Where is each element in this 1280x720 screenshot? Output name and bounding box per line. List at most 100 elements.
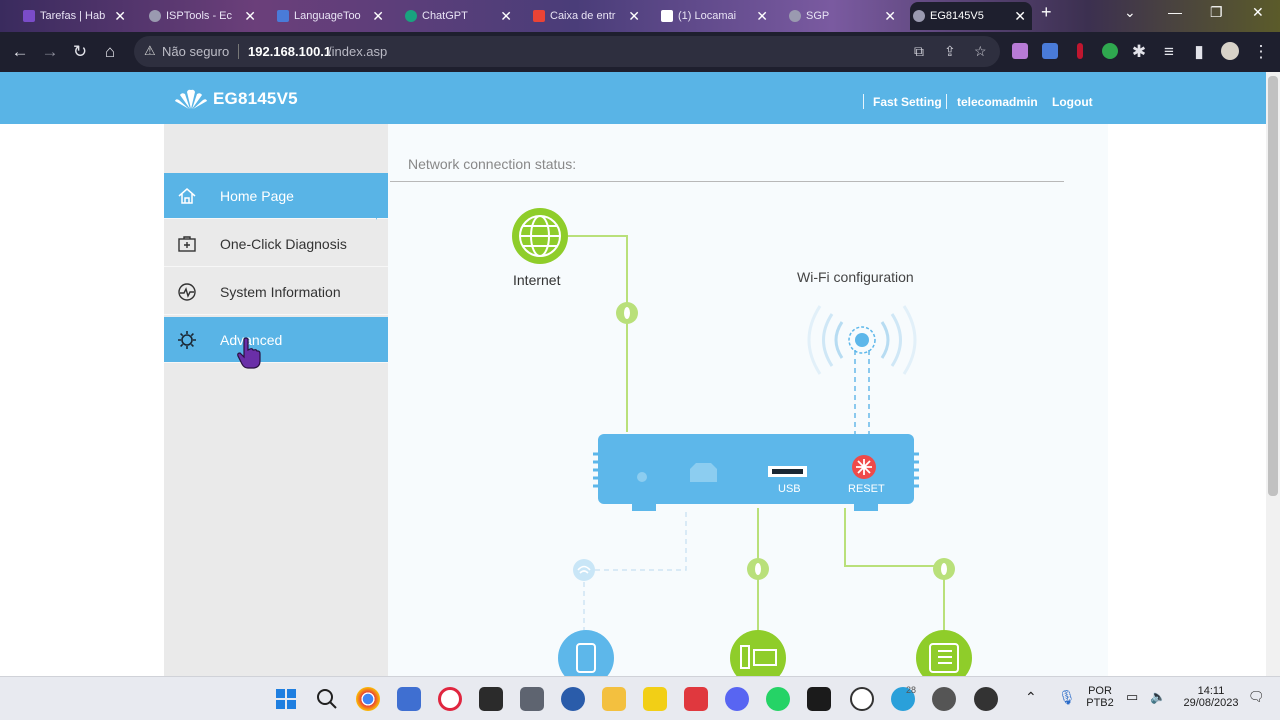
clock-app-icon[interactable] bbox=[850, 687, 874, 711]
extension-m-icon[interactable] bbox=[1012, 43, 1028, 59]
nav-one-click-diagnosis[interactable]: One-Click Diagnosis bbox=[164, 221, 388, 267]
address-bar[interactable]: ⚠ Não seguro 192.168.100.1 /index.asp ⧉ … bbox=[134, 36, 1000, 67]
recorder-icon[interactable] bbox=[974, 687, 998, 711]
webcam-icon[interactable] bbox=[932, 687, 956, 711]
dollar-extension-icon[interactable] bbox=[1102, 43, 1118, 59]
tab-search-icon[interactable]: ⌄ bbox=[1124, 4, 1136, 21]
scrollbar-thumb[interactable] bbox=[1268, 76, 1278, 496]
tab-gmail[interactable]: Caixa de entr ✕ bbox=[530, 2, 646, 30]
show-hidden-icons-chevron-icon[interactable]: ⌃ bbox=[1025, 689, 1037, 706]
sgp-favicon-icon bbox=[789, 10, 801, 22]
tab-isptools[interactable]: ISPTools - Ec ✕ bbox=[146, 2, 262, 30]
notifications-icon[interactable]: 🗨 bbox=[1248, 689, 1265, 705]
date-text: 29/08/2023 bbox=[1183, 697, 1239, 709]
windows-start-icon[interactable] bbox=[274, 687, 298, 711]
terminal-icon[interactable] bbox=[479, 687, 503, 711]
user-link[interactable]: telecomadmin bbox=[957, 95, 1038, 109]
nav-system-information[interactable]: System Information bbox=[164, 269, 388, 315]
close-tab-icon[interactable]: ✕ bbox=[244, 8, 256, 25]
tab-locamail[interactable]: (1) Locamai ✕ bbox=[658, 2, 774, 30]
close-tab-icon[interactable]: ✕ bbox=[114, 8, 126, 25]
whatsapp-icon[interactable] bbox=[766, 687, 790, 711]
tab-title: ISPTools - Ec bbox=[166, 10, 233, 22]
close-tab-icon[interactable]: ✕ bbox=[756, 8, 768, 25]
lan-port-icon bbox=[690, 463, 717, 482]
profile-avatar[interactable] bbox=[1221, 42, 1239, 60]
bookmark-star-icon[interactable]: ☆ bbox=[974, 43, 987, 60]
close-tab-icon[interactable]: ✕ bbox=[628, 8, 640, 25]
file-explorer-icon[interactable] bbox=[602, 687, 626, 711]
url-host: 192.168.100.1 bbox=[248, 44, 332, 59]
reset-label[interactable]: RESET bbox=[848, 483, 885, 495]
menu-kebab-icon[interactable]: ⋮ bbox=[1250, 41, 1272, 63]
opera-icon[interactable] bbox=[438, 687, 462, 711]
browser-tab-strip: Tarefas | Hab ✕ ISPTools - Ec ✕ Language… bbox=[0, 0, 1280, 32]
close-window-icon[interactable]: ✕ bbox=[1252, 4, 1264, 21]
translate-extension-icon[interactable] bbox=[1042, 43, 1058, 59]
time-text: 14:11 bbox=[1197, 685, 1225, 697]
globe-favicon-icon bbox=[149, 10, 161, 22]
search-icon[interactable] bbox=[315, 687, 339, 711]
side-panel-icon[interactable]: ▮ bbox=[1188, 41, 1210, 63]
logout-link[interactable]: Logout bbox=[1052, 95, 1093, 109]
fast-setting-link[interactable]: Fast Setting bbox=[873, 95, 942, 109]
notepad-icon[interactable] bbox=[397, 687, 421, 711]
calculator-icon[interactable] bbox=[520, 687, 544, 711]
share-icon[interactable]: ⇪ bbox=[944, 43, 956, 60]
address-divider bbox=[238, 44, 239, 59]
router-device bbox=[593, 434, 919, 511]
nav-home-page[interactable]: Home Page bbox=[164, 173, 388, 219]
red-extension-icon[interactable] bbox=[1077, 43, 1083, 59]
forward-arrow-icon[interactable]: → bbox=[39, 41, 61, 63]
wifi-client-status-icon bbox=[573, 559, 595, 581]
internet-globe-icon bbox=[512, 208, 568, 264]
microphone-icon[interactable]: 🎙 bbox=[1058, 689, 1076, 706]
nav-advanced[interactable]: Advanced bbox=[164, 317, 388, 363]
clock[interactable]: 14:11 29/08/2023 bbox=[1178, 685, 1244, 709]
tab-sgp[interactable]: SGP ✕ bbox=[786, 2, 902, 30]
volume-icon[interactable]: 🔈 bbox=[1150, 689, 1166, 705]
tab-chatgpt[interactable]: ChatGPT ✕ bbox=[402, 2, 518, 30]
translate-icon[interactable]: ⧉ bbox=[914, 43, 924, 60]
tasks-favicon-icon bbox=[23, 10, 35, 22]
close-tab-icon[interactable]: ✕ bbox=[500, 8, 512, 25]
wifi-antenna-icon bbox=[807, 305, 917, 434]
pc-link-status-icon bbox=[747, 558, 769, 580]
close-tab-icon[interactable]: ✕ bbox=[1014, 8, 1026, 25]
language-indicator[interactable]: POR PTB2 bbox=[1086, 685, 1114, 709]
home-icon bbox=[178, 188, 196, 204]
tab-title: SGP bbox=[806, 10, 830, 22]
windows-taskbar: 28 ⌃ 🎙 POR PTB2 ▭ 🔈 14:11 29/08/2023 🗨 bbox=[0, 676, 1280, 720]
globe-favicon-icon bbox=[913, 10, 925, 22]
internet-label[interactable]: Internet bbox=[513, 272, 560, 288]
sticky-notes-icon[interactable] bbox=[643, 687, 667, 711]
reload-icon[interactable]: ↻ bbox=[69, 41, 91, 63]
tab-tarefas[interactable]: Tarefas | Hab ✕ bbox=[20, 2, 132, 30]
network-icon[interactable]: ▭ bbox=[1126, 689, 1138, 705]
app-circle-icon[interactable] bbox=[561, 687, 585, 711]
selected-indicator bbox=[376, 174, 388, 220]
close-tab-icon[interactable]: ✕ bbox=[884, 8, 896, 25]
console-icon[interactable] bbox=[807, 687, 831, 711]
discord-icon[interactable] bbox=[725, 687, 749, 711]
close-tab-icon[interactable]: ✕ bbox=[372, 8, 384, 25]
tab-languagetool[interactable]: LanguageToo ✕ bbox=[274, 2, 390, 30]
chrome-icon[interactable] bbox=[356, 687, 380, 711]
home-icon[interactable]: ⌂ bbox=[99, 41, 121, 63]
extensions-puzzle-icon[interactable]: ✱ bbox=[1128, 41, 1150, 63]
warning-triangle-icon[interactable]: ⚠ bbox=[144, 43, 156, 59]
grid-app-icon[interactable] bbox=[684, 687, 708, 711]
internet-link-status-icon bbox=[616, 302, 638, 324]
reading-list-icon[interactable]: ≡ bbox=[1158, 41, 1180, 63]
restore-icon[interactable]: ❐ bbox=[1210, 4, 1223, 21]
back-arrow-icon[interactable]: ← bbox=[9, 41, 31, 63]
tab-eg8145v5[interactable]: EG8145V5 ✕ bbox=[910, 2, 1032, 30]
phone-link-line bbox=[844, 508, 945, 636]
minimize-icon[interactable]: — bbox=[1168, 4, 1182, 20]
wifi-configuration-link[interactable]: Wi-Fi configuration bbox=[797, 269, 914, 285]
w-favicon-icon bbox=[661, 10, 673, 22]
gear-icon bbox=[178, 331, 196, 349]
new-tab-button[interactable]: + bbox=[1041, 2, 1052, 23]
usb-label[interactable]: USB bbox=[778, 483, 801, 495]
tab-title: Tarefas | Hab bbox=[40, 10, 106, 22]
